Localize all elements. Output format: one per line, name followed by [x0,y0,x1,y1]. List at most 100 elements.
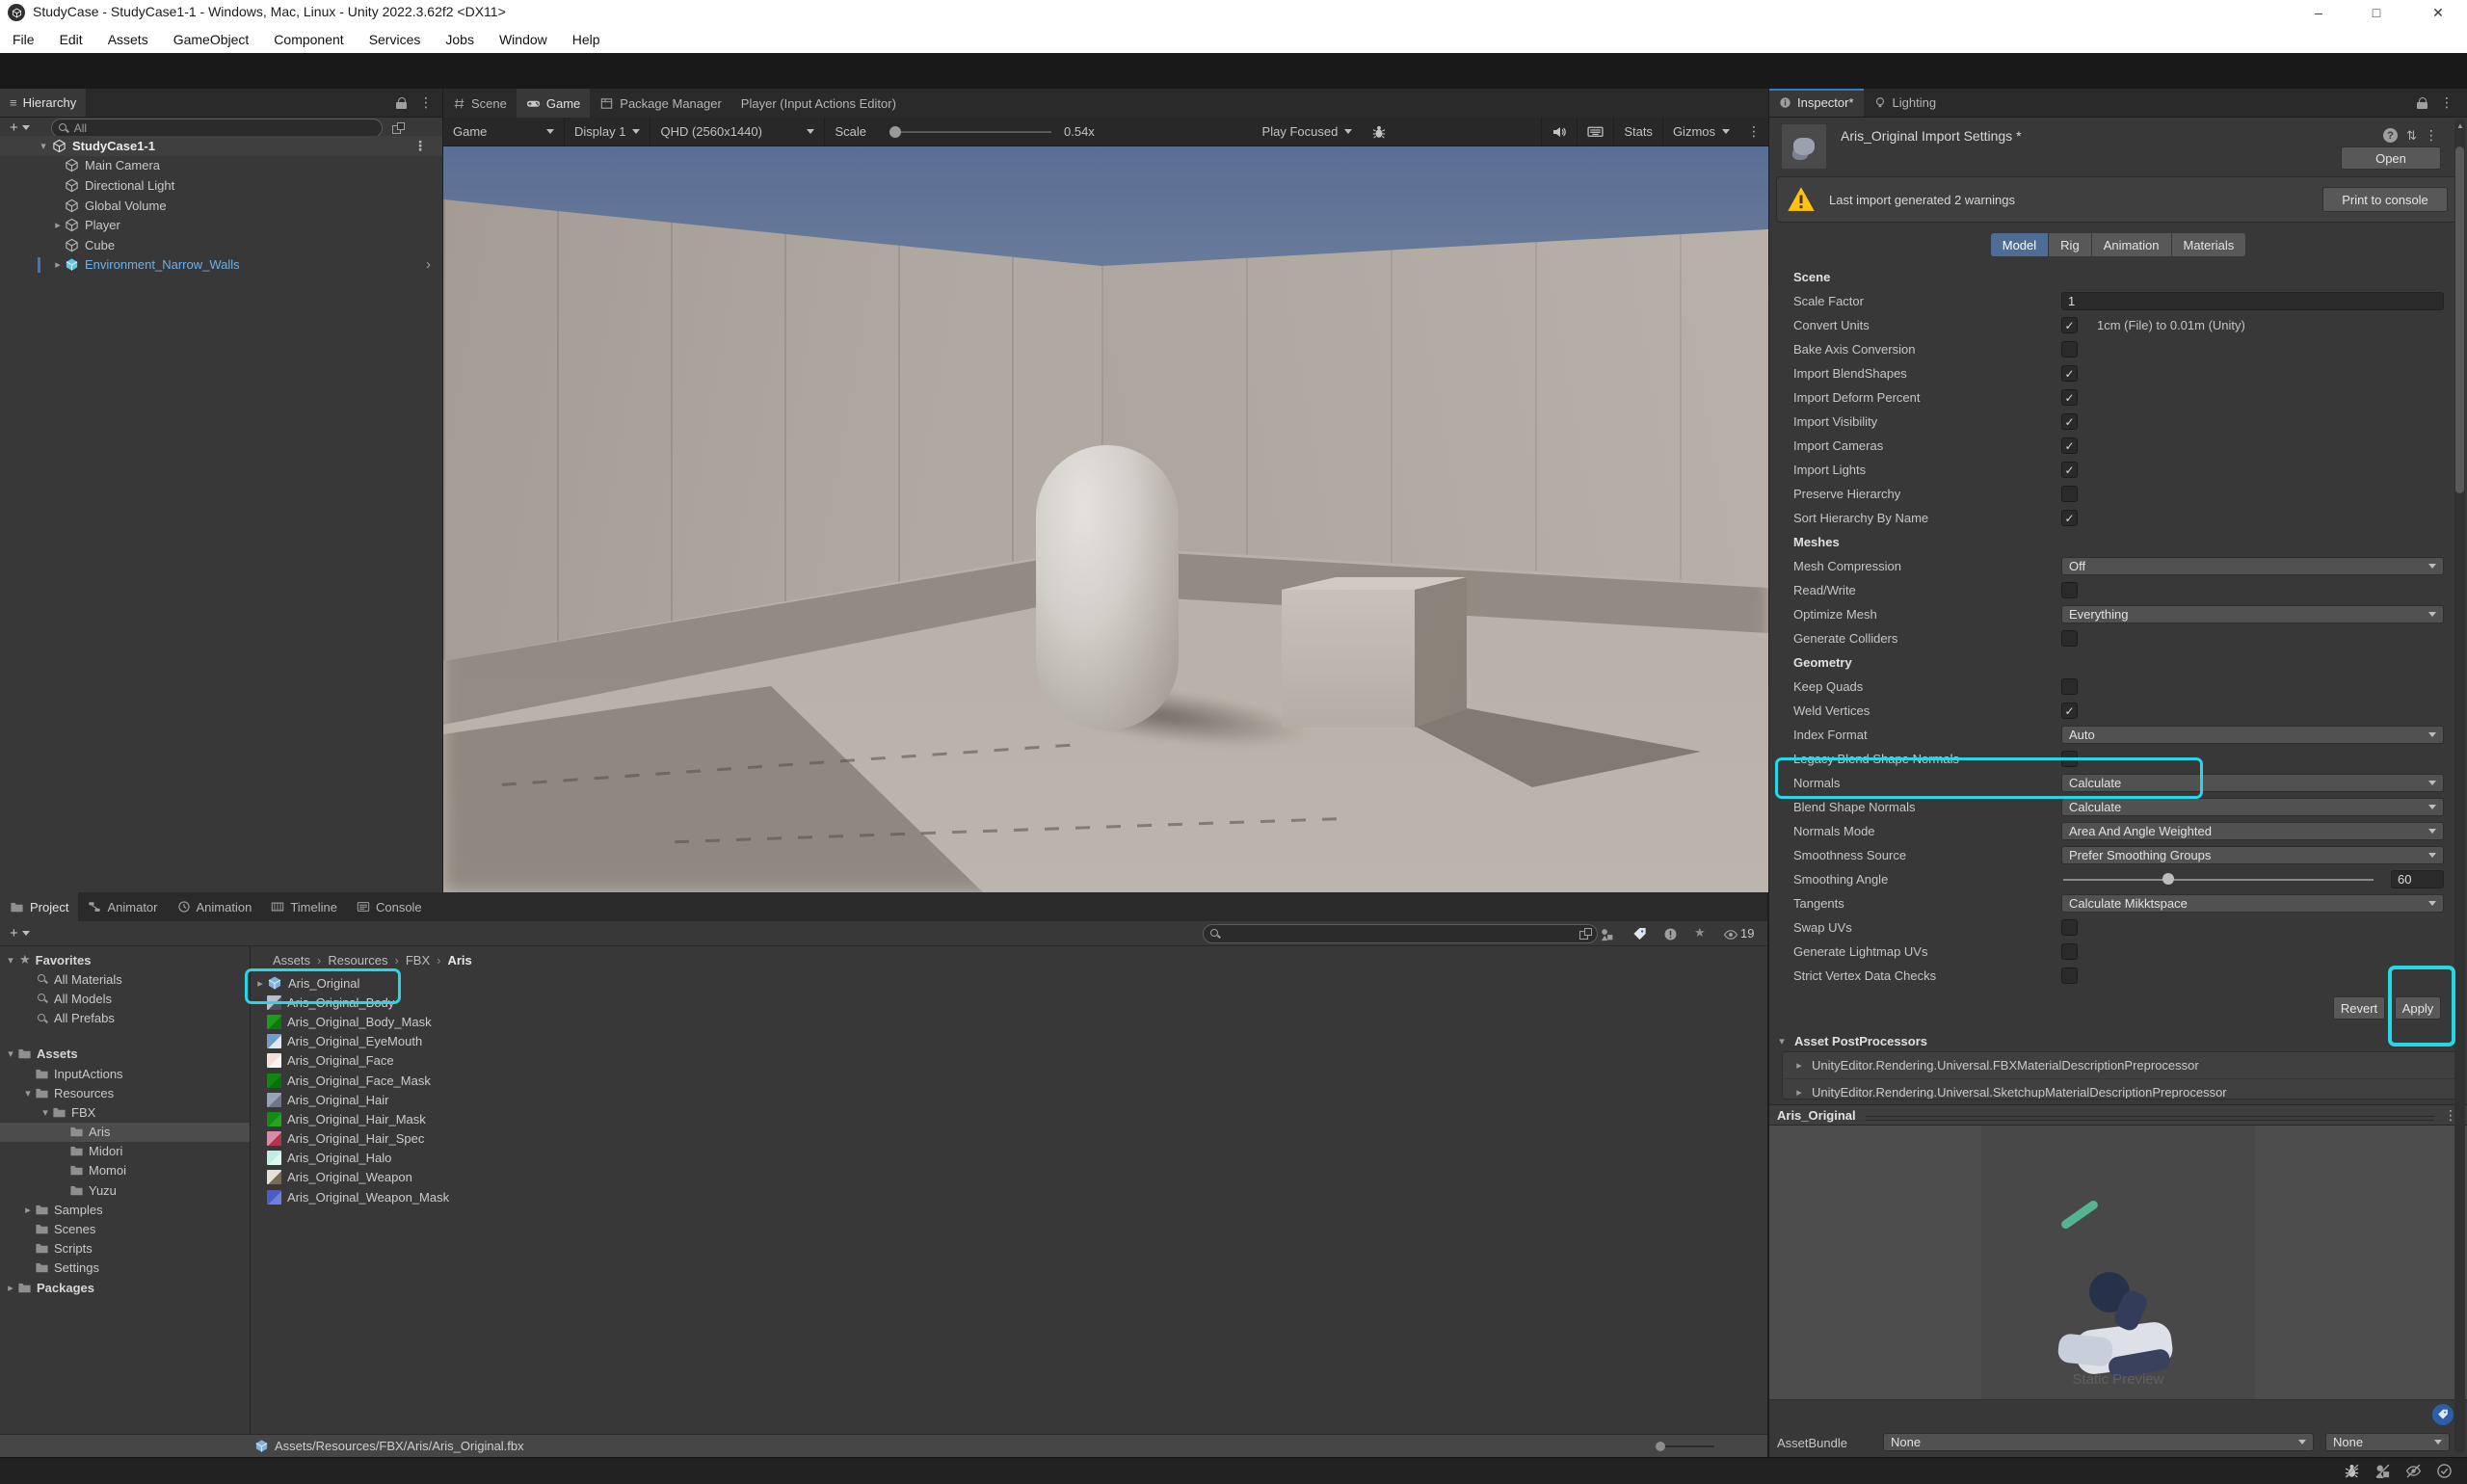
folder-scripts[interactable]: Scripts [0,1239,250,1259]
setting-smoothness-source[interactable]: Smoothness SourcePrefer Smoothing Groups [1769,843,2467,867]
game-menu-icon[interactable]: ⋮ [1747,123,1761,140]
setting-normals[interactable]: NormalsCalculate [1769,771,2467,795]
folder-resources[interactable]: ▾Resources [0,1083,250,1102]
mode-tab-model[interactable]: Model [1991,233,2048,256]
setting-tangents[interactable]: TangentsCalculate Mikktspace [1769,891,2467,915]
hierarchy-item-directional-light[interactable]: Directional Light [0,175,442,196]
asset-aris_original[interactable]: ▸Aris_Original [252,973,1767,993]
favorite-all-prefabs[interactable]: All Prefabs [0,1009,250,1028]
filter-by-type-icon[interactable] [1600,927,1614,941]
asset-aris_original_hair[interactable]: Aris_Original_Hair [252,1090,1767,1109]
asset-preview[interactable]: Static Preview [1769,1126,2467,1399]
display-dropdown[interactable]: Display 1 [565,118,650,146]
asset-aris_original_weapon_mask[interactable]: Aris_Original_Weapon_Mask [252,1187,1767,1206]
presets-icon[interactable]: ⇅ [2406,128,2416,144]
setting-generate-lightmap-uvs[interactable]: Generate Lightmap UVs [1769,940,2467,964]
hierarchy-item-global-volume[interactable]: Global Volume [0,196,442,216]
asset-aris_original_hair_spec[interactable]: Aris_Original_Hair_Spec [252,1129,1767,1149]
resolution-dropdown[interactable]: QHD (2560x1440) [650,118,824,146]
folder-momoi[interactable]: Momoi [0,1161,250,1180]
setting-legacy-blend-shape-normals[interactable]: Legacy Blend Shape Normals [1769,747,2467,771]
setting-bake-axis-conversion[interactable]: Bake Axis Conversion [1769,337,2467,361]
menu-window[interactable]: Window [487,25,560,53]
asset-aris_original_body[interactable]: Aris_Original_Body [252,993,1767,1012]
favorite-all-materials[interactable]: All Materials [0,969,250,989]
setting-smoothing-angle[interactable]: Smoothing Angle60 [1769,867,2467,891]
hierarchy-menu-icon[interactable]: ⋮ [419,94,433,111]
mode-tab-animation[interactable]: Animation [2092,233,2171,256]
asset-aris_original_weapon[interactable]: Aris_Original_Weapon [252,1168,1767,1187]
favorite-all-models[interactable]: All Models [0,989,250,1008]
add-object-caret[interactable] [22,125,30,130]
debug-icon[interactable] [1362,118,1396,146]
setting-swap-uvs[interactable]: Swap UVs [1769,915,2467,940]
folder-settings[interactable]: Settings [0,1259,250,1278]
hierarchy-item-cube[interactable]: Cube [0,235,442,255]
preview-header[interactable]: Aris_Original ⋮ [1769,1104,2467,1126]
breadcrumb-resources[interactable]: Resources [328,953,387,967]
menu-file[interactable]: File [0,25,47,53]
asset-aris_original_body_mask[interactable]: Aris_Original_Body_Mask [252,1012,1767,1031]
stats-button[interactable]: Stats [1614,118,1662,146]
progress-ok-icon[interactable] [2436,1463,2453,1479]
tab-timeline[interactable]: Timeline [261,892,347,921]
add-object-button[interactable]: + [10,119,18,136]
folder-midori[interactable]: Midori [0,1142,250,1161]
collab-icon[interactable] [2374,1463,2391,1479]
assetbundle-variant-dropdown[interactable]: None [2325,1433,2450,1451]
asset-aris_original_face[interactable]: Aris_Original_Face [252,1051,1767,1071]
tab-project[interactable]: Project [0,892,78,921]
tab-animator[interactable]: Animator [78,892,167,921]
inspector-menu-icon[interactable]: ⋮ [2440,94,2454,111]
game-viewport[interactable] [443,146,1768,892]
setting-mesh-compression[interactable]: Mesh CompressionOff [1769,554,2467,578]
setting-weld-vertices[interactable]: Weld Vertices✓ [1769,699,2467,723]
folder-scenes[interactable]: Scenes [0,1219,250,1238]
mode-tab-materials[interactable]: Materials [2172,233,2246,256]
breadcrumb-aris[interactable]: Aris [447,953,471,967]
setting-preserve-hierarchy[interactable]: Preserve Hierarchy [1769,482,2467,506]
play-focused-dropdown[interactable]: Play Focused [1253,118,1363,146]
apply-button[interactable]: Apply [2395,996,2441,1020]
create-asset-button[interactable]: + [10,925,18,941]
inspector-scrollbar[interactable]: ▲ [2454,119,2465,1453]
setting-import-deform-percent[interactable]: Import Deform Percent✓ [1769,385,2467,410]
setting-import-cameras[interactable]: Import Cameras✓ [1769,434,2467,458]
setting-read-write[interactable]: Read/Write [1769,578,2467,602]
revert-button[interactable]: Revert [2333,996,2385,1020]
postprocessor-item[interactable]: ▸UnityEditor.Rendering.Universal.Sketchu… [1783,1079,2455,1100]
scale-slider-thumb[interactable] [889,126,901,138]
tab-player-input-actions-editor-[interactable]: Player (Input Actions Editor) [731,89,906,118]
hierarchy-item-environment-narrow-walls[interactable]: ▸Environment_Narrow_Walls› [0,255,442,276]
open-button[interactable]: Open [2341,146,2441,170]
setting-generate-colliders[interactable]: Generate Colliders [1769,626,2467,650]
postprocessors-header[interactable]: ▾Asset PostProcessors [1775,1034,1927,1048]
folder-assets[interactable]: ▾Assets [0,1045,250,1064]
favorites-root[interactable]: ▾ ★ Favorites [0,950,250,969]
setting-keep-quads[interactable]: Keep Quads [1769,675,2467,699]
folder-fbx[interactable]: ▾FBX [0,1102,250,1122]
menu-component[interactable]: Component [261,25,356,53]
menu-edit[interactable]: Edit [47,25,95,53]
thumbnail-size-slider[interactable] [1652,1435,1767,1457]
project-search-input[interactable] [1203,924,1598,943]
setting-sort-hierarchy-by-name[interactable]: Sort Hierarchy By Name✓ [1769,506,2467,530]
close-button[interactable]: ✕ [2417,0,2459,25]
folder-samples[interactable]: ▸Samples [0,1200,250,1219]
assetbundle-name-dropdown[interactable]: None [1883,1433,2314,1451]
asset-aris_original_eyemouth[interactable]: Aris_Original_EyeMouth [252,1032,1767,1051]
lock-icon[interactable] [2417,96,2428,110]
hierarchy-item-main-camera[interactable]: Main Camera [0,156,442,176]
preview-drag-handle[interactable] [1866,1116,2434,1117]
game-view-dropdown[interactable]: Game [443,118,564,146]
folder-inputactions[interactable]: InputActions [0,1064,250,1083]
scrollbar-thumb[interactable] [2455,146,2464,493]
tab-animation[interactable]: Animation [168,892,262,921]
notifications-disabled-icon[interactable] [2405,1463,2422,1479]
setting-optimize-mesh[interactable]: Optimize MeshEverything [1769,602,2467,626]
menu-help[interactable]: Help [560,25,613,53]
keyboard-icon[interactable] [1578,118,1613,146]
menu-gameobject[interactable]: GameObject [161,25,262,53]
setting-strict-vertex-data-checks[interactable]: Strict Vertex Data Checks [1769,964,2467,988]
scroll-up-icon[interactable]: ▲ [2456,121,2464,130]
